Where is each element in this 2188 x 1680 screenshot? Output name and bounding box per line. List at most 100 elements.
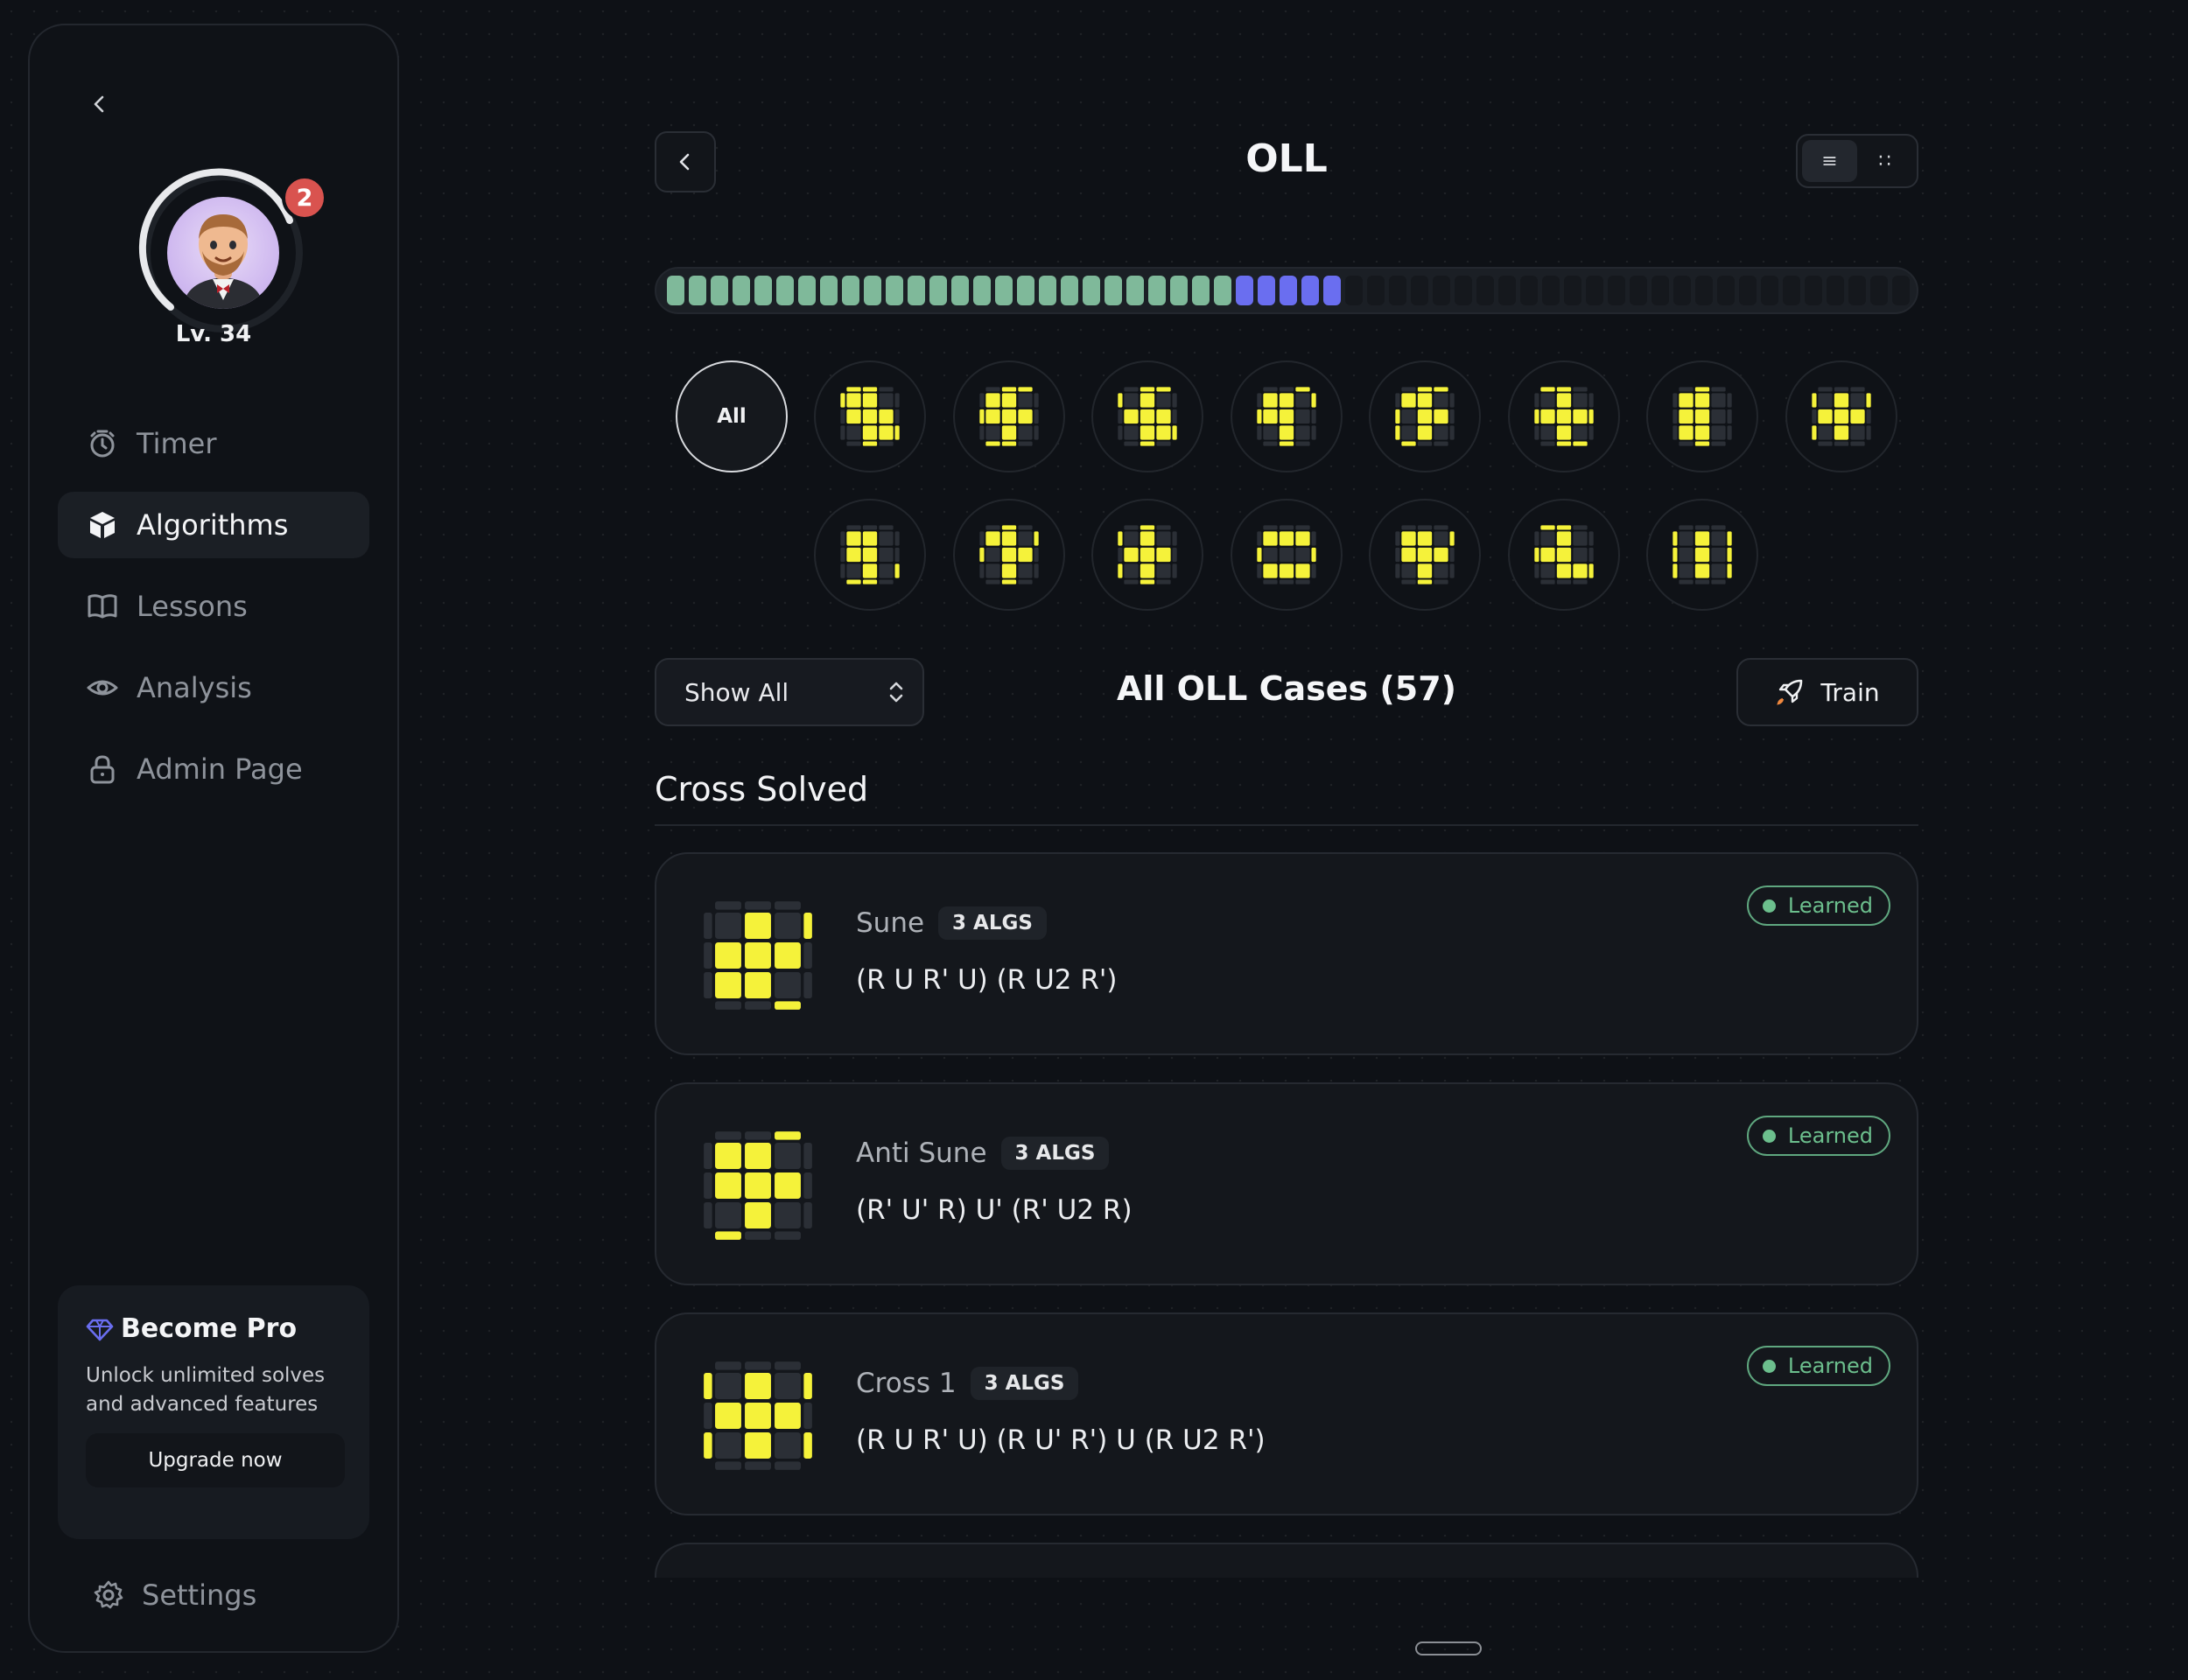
upgrade-button[interactable]: Upgrade now (86, 1433, 345, 1488)
collapse-sidebar-button[interactable] (78, 82, 122, 126)
cube-icon (86, 508, 119, 542)
case-group-filters: All (655, 360, 1918, 614)
oll-pattern-icon (1118, 387, 1177, 446)
status-dot (1762, 1359, 1776, 1373)
progress-segment (1039, 276, 1056, 305)
notification-badge: 2 (282, 175, 327, 220)
filter-group-button[interactable] (1507, 499, 1620, 611)
progress-segment (667, 276, 684, 305)
oll-pattern-icon (840, 387, 900, 446)
oll-pattern-icon (1533, 525, 1594, 584)
section-title: Cross Solved (655, 770, 1918, 826)
progress-segment (1236, 276, 1253, 305)
status-badge: Learned (1746, 1346, 1890, 1386)
progress-segment (1433, 276, 1450, 305)
progress-segment (864, 276, 881, 305)
pro-title-text: Become Pro (121, 1313, 298, 1344)
progress-segment (1280, 276, 1297, 305)
sidebar-item-admin-page[interactable]: Admin Page (58, 736, 369, 802)
oll-pattern-icon (1673, 525, 1732, 584)
filter-group-button[interactable] (1091, 360, 1203, 472)
status-dot (1762, 899, 1776, 913)
case-card[interactable] (655, 1543, 1918, 1578)
case-card[interactable]: Cross 1 3 ALGS (R U R' U) (R U' R') U (R… (655, 1312, 1918, 1516)
filter-group-button[interactable] (1646, 499, 1758, 611)
case-name-row: Cross 1 3 ALGS (856, 1367, 1079, 1400)
sidebar-item-label: Algorithms (137, 508, 289, 542)
become-pro-card: Become Pro Unlock unlimited solves and a… (58, 1285, 369, 1539)
case-name: Anti Sune (856, 1138, 987, 1169)
case-controls: Show All All OLL Cases (57) Train (655, 658, 1918, 726)
filter-group-button[interactable] (1230, 360, 1343, 472)
progress-segment (776, 276, 794, 305)
alg-count-badge: 3 ALGS (970, 1367, 1079, 1400)
case-card[interactable]: Sune 3 ALGS (R U R' U) (R U2 R') Learned (655, 852, 1918, 1055)
timer-icon (86, 427, 119, 460)
sidebar-item-timer[interactable]: Timer (58, 410, 369, 477)
alg-count-badge: 3 ALGS (1000, 1137, 1110, 1170)
filter-group-button[interactable] (1507, 360, 1620, 472)
filter-group-button[interactable] (814, 499, 926, 611)
grid-view-button[interactable]: ∷ (1857, 140, 1912, 182)
train-button[interactable]: Train (1736, 658, 1918, 726)
filter-group-button[interactable] (952, 499, 1065, 611)
filter-group-button[interactable] (814, 360, 926, 472)
sidebar-item-algorithms[interactable]: Algorithms (58, 492, 369, 558)
progress-segment (1017, 276, 1034, 305)
main-content: OLL ≡ ∷ All Show All All OLL Cases (57) … (655, 131, 1918, 1578)
filter-group-button[interactable] (952, 360, 1065, 472)
progress-segment (1805, 276, 1822, 305)
sidebar-item-analysis[interactable]: Analysis (58, 654, 369, 721)
grid-icon: ∷ (1878, 150, 1891, 172)
progress-segment (1652, 276, 1669, 305)
progress-segment (929, 276, 947, 305)
filter-group-button[interactable] (1230, 499, 1343, 611)
settings-button[interactable]: Settings (93, 1578, 256, 1612)
settings-label: Settings (142, 1578, 257, 1612)
case-name: Sune (856, 907, 925, 939)
profile[interactable]: 2 (136, 158, 327, 332)
oll-pattern-icon (978, 525, 1039, 584)
status-label: Learned (1787, 893, 1873, 918)
filter-group-button[interactable] (1785, 360, 1897, 472)
filter-group-button[interactable] (1369, 499, 1481, 611)
progress-segment (1564, 276, 1581, 305)
oll-pattern-icon (1533, 387, 1594, 446)
sidebar-item-label: Analysis (137, 671, 252, 704)
filter-group-button[interactable] (1091, 499, 1203, 611)
oll-pattern-icon (1395, 387, 1455, 446)
case-card[interactable]: Anti Sune 3 ALGS (R' U' R) U' (R' U2 R) … (655, 1082, 1918, 1285)
progress-segment (1498, 276, 1516, 305)
diamond-icon (86, 1315, 114, 1343)
filter-all-button[interactable]: All (676, 360, 788, 472)
progress-segment (1608, 276, 1625, 305)
oll-pattern-icon (704, 1131, 812, 1240)
oll-pattern-icon (1811, 387, 1871, 446)
progress-segment (1848, 276, 1866, 305)
progress-segment (1586, 276, 1603, 305)
progress-segment (1192, 276, 1210, 305)
sidebar-item-lessons[interactable]: Lessons (58, 573, 369, 640)
progress-segment (951, 276, 969, 305)
progress-segment (1455, 276, 1472, 305)
sidebar-item-label: Admin Page (137, 752, 303, 786)
gear-icon (93, 1579, 124, 1611)
cases-title: All OLL Cases (57) (1116, 669, 1457, 708)
progress-segment (1170, 276, 1188, 305)
progress-segment (1476, 276, 1494, 305)
filter-group-button[interactable] (1646, 360, 1758, 472)
case-algorithm: (R' U' R) U' (R' U2 R) (856, 1194, 1133, 1226)
user-level: Lv. 34 (175, 321, 252, 347)
book-icon (86, 590, 119, 623)
oll-pattern-icon (1256, 525, 1316, 584)
list-view-button[interactable]: ≡ (1802, 140, 1857, 182)
progress-segment (754, 276, 772, 305)
avatar (167, 197, 279, 309)
case-algorithm: (R U R' U) (R U2 R') (856, 964, 1118, 996)
progress-segment (711, 276, 728, 305)
eye-icon (86, 671, 119, 704)
oll-pattern-icon (704, 1362, 812, 1470)
progress-segment (1214, 276, 1231, 305)
progress-segment (1630, 276, 1647, 305)
filter-group-button[interactable] (1369, 360, 1481, 472)
